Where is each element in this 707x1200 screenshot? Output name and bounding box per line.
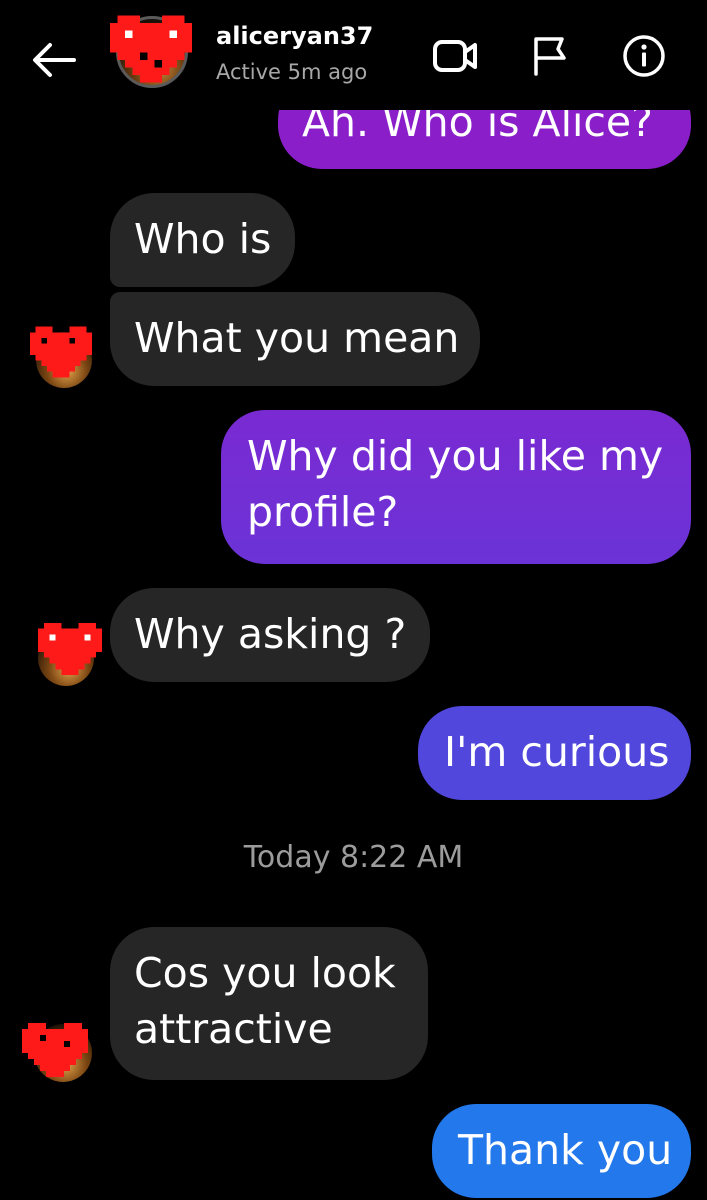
message-text-line: Cos you look [134, 949, 396, 997]
contact-avatar-small[interactable] [22, 1022, 92, 1086]
message-text: Who is [134, 215, 272, 263]
message-text-line: attractive [134, 1005, 333, 1053]
received-message-bubble[interactable]: Cos you look attractive [110, 927, 428, 1080]
info-icon [623, 35, 665, 77]
pixel-heart-icon [22, 1023, 88, 1077]
sent-message-bubble[interactable]: I'm curious [418, 706, 691, 800]
message-text: What you mean [134, 314, 460, 362]
flag-icon [534, 37, 566, 76]
contact-username[interactable]: aliceryan37 [216, 22, 373, 50]
back-button[interactable] [28, 36, 80, 84]
chat-header: aliceryan37 Active 5m ago [0, 0, 707, 110]
active-status: Active 5m ago [216, 60, 368, 84]
video-call-button[interactable] [428, 32, 484, 80]
contact-avatar-small[interactable] [38, 622, 102, 686]
arrow-left-icon [33, 43, 76, 77]
message-text-line: profile? [247, 488, 399, 536]
pixel-heart-icon [110, 15, 192, 83]
contact-avatar-small[interactable] [30, 326, 94, 390]
sent-message-bubble[interactable]: Why did you like my profile? [221, 410, 691, 564]
info-button[interactable] [616, 32, 672, 80]
message-text: Why asking ? [134, 610, 407, 658]
report-button[interactable] [522, 32, 578, 80]
message-text: I'm curious [444, 728, 670, 776]
received-message-bubble[interactable]: What you mean [110, 292, 480, 386]
video-call-icon [433, 40, 477, 72]
received-message-bubble[interactable]: Who is [110, 193, 295, 287]
received-message-bubble[interactable]: Why asking ? [110, 588, 430, 682]
pixel-heart-icon [30, 326, 92, 378]
pixel-heart-icon [38, 622, 102, 676]
sent-message-bubble[interactable]: Thank you [432, 1104, 691, 1198]
contact-avatar[interactable] [110, 14, 192, 90]
message-text: Thank you [458, 1126, 673, 1174]
message-text-line: Why did you like my [247, 432, 664, 480]
message-timestamp: Today 8:22 AM [243, 840, 464, 875]
